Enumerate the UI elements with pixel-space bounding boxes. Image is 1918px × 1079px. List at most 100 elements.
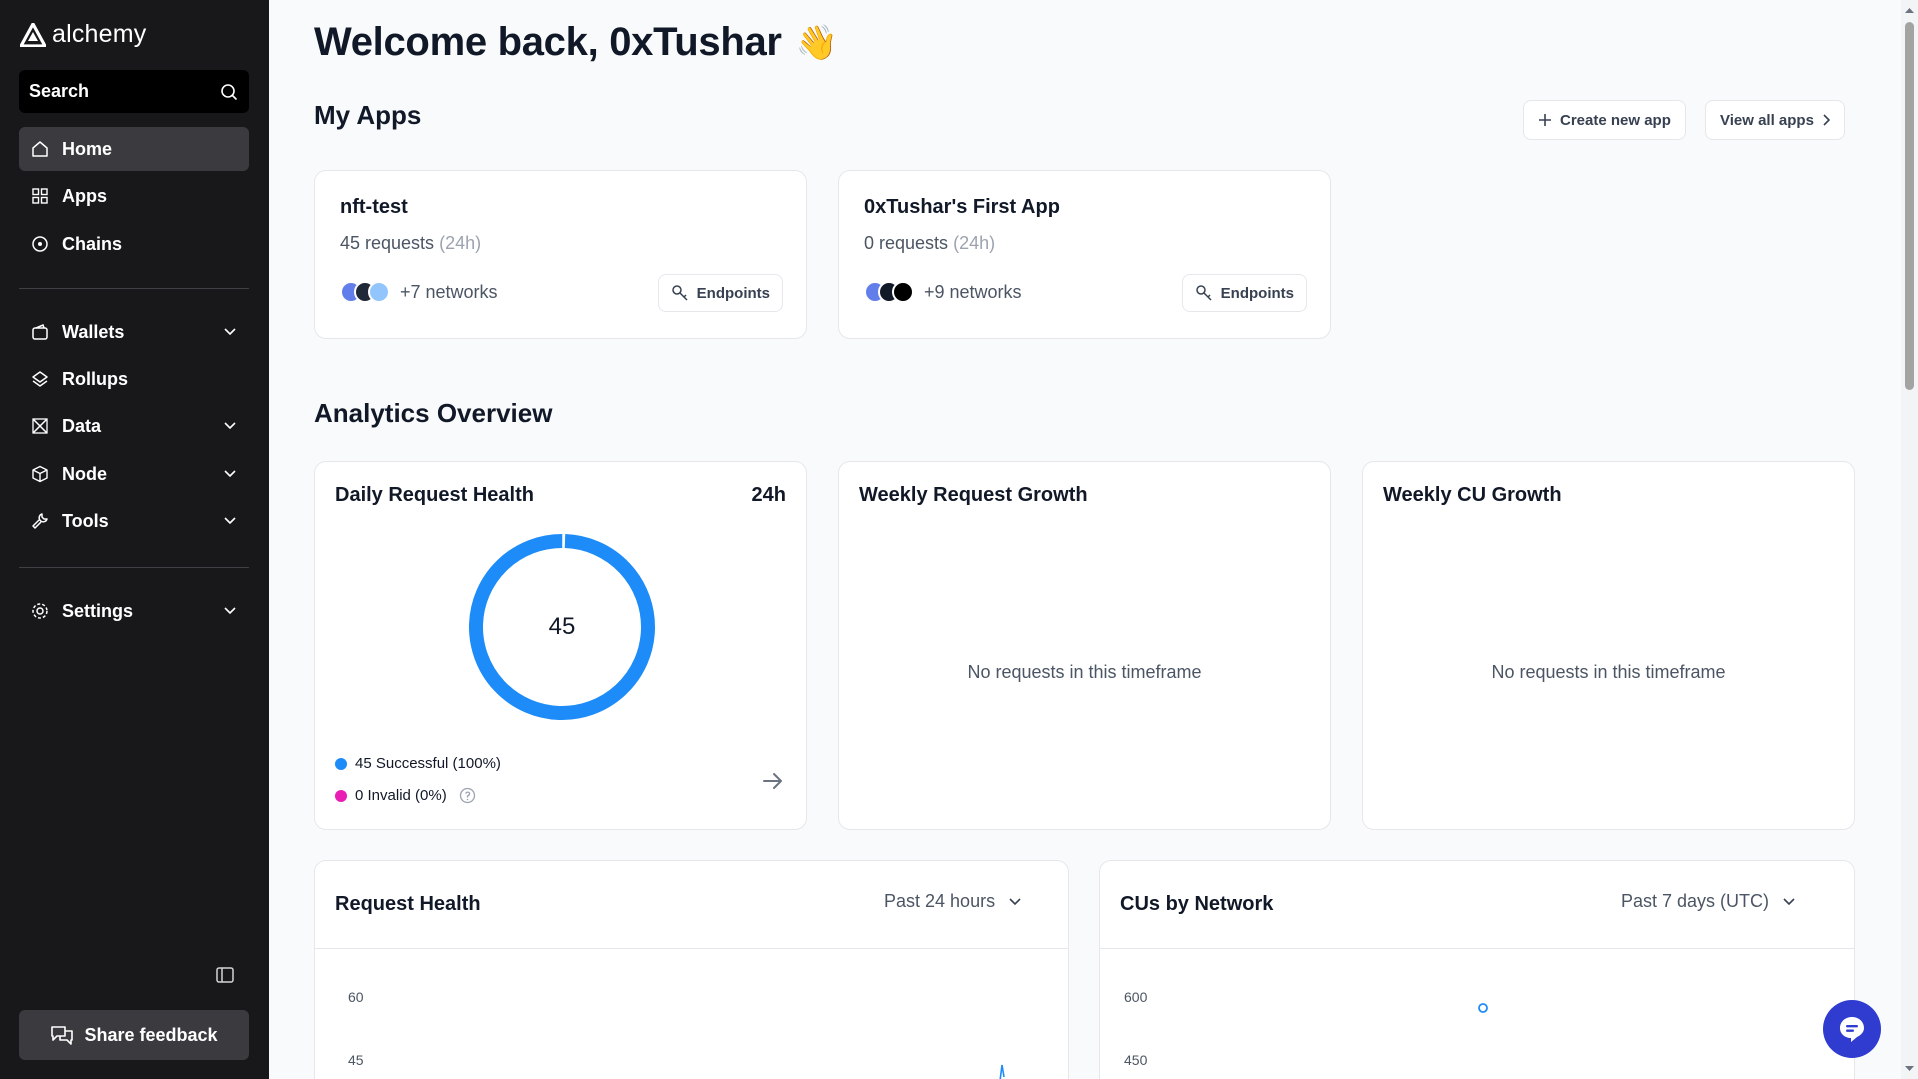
welcome-text: Welcome back, 0xTushar <box>314 20 782 64</box>
chat-icon <box>1840 1017 1864 1042</box>
view-all-apps-label: View all apps <box>1720 111 1814 129</box>
wave-emoji-icon: 👋 <box>795 23 838 62</box>
app-card-nft-test[interactable]: nft-test 45 requests (24h) +7 networks E… <box>314 170 807 339</box>
endpoints-button[interactable]: Endpoints <box>1181 274 1307 312</box>
app-name: 0xTushar's First App <box>864 196 1060 218</box>
card-title: Weekly CU Growth <box>1383 484 1562 506</box>
chevron-down-icon <box>222 324 238 340</box>
chevron-down-icon <box>222 466 238 482</box>
search-input[interactable]: Search <box>19 70 249 113</box>
arrow-right-icon <box>763 773 782 789</box>
networks-row: +7 networks <box>340 281 498 303</box>
selected-range: Past 7 days (UTC) <box>1621 891 1770 911</box>
collapse-sidebar-button[interactable] <box>215 965 237 987</box>
chains-icon <box>30 234 50 254</box>
key-icon <box>1195 285 1212 301</box>
page-scrollbar[interactable] <box>1901 0 1918 1079</box>
sidebar-item-chains[interactable]: Chains <box>19 222 249 266</box>
home-icon <box>30 139 50 159</box>
scrollbar-thumb[interactable] <box>1905 22 1914 390</box>
my-apps-title: My Apps <box>314 100 422 130</box>
search-label: Search <box>29 81 90 101</box>
network-chips <box>340 281 390 303</box>
y-axis-tick: 60 <box>348 989 364 1005</box>
create-new-app-button[interactable]: Create new app <box>1523 100 1686 140</box>
sidebar-item-label: Tools <box>62 510 109 531</box>
chevron-down-icon <box>222 418 238 434</box>
chevron-down-icon <box>222 513 238 529</box>
selected-range: Past 24 hours <box>884 891 996 911</box>
sidebar-item-label: Apps <box>62 185 107 206</box>
alchemy-logo[interactable]: alchemy <box>20 20 147 49</box>
range-label: 24h <box>751 484 786 506</box>
sidebar-item-data[interactable]: Data <box>19 404 249 448</box>
support-chat-button[interactable] <box>1823 1000 1881 1058</box>
sidebar-divider <box>19 288 249 289</box>
card-title: Weekly Request Growth <box>859 484 1088 506</box>
chevron-right-icon <box>1823 114 1830 126</box>
gear-icon <box>30 601 50 621</box>
grid-icon <box>30 186 50 206</box>
sidebar-item-label: Wallets <box>62 321 125 342</box>
endpoints-button[interactable]: Endpoints <box>657 274 783 312</box>
endpoints-label: Endpoints <box>1220 284 1294 302</box>
chevron-down-icon <box>222 603 238 619</box>
main-content: Welcome back, 0xTushar 👋 My Apps Create … <box>269 0 1901 1079</box>
help-icon[interactable] <box>459 787 476 804</box>
view-details-arrow[interactable] <box>762 770 784 792</box>
view-all-apps-button[interactable]: View all apps <box>1705 100 1845 140</box>
legend-invalid: 0 Invalid (0%) <box>335 787 476 804</box>
chevron-down-icon <box>1009 897 1021 905</box>
sidebar-item-tools[interactable]: Tools <box>19 499 249 543</box>
cus-by-network-panel: CUs by Network Past 7 days (UTC) 600 450 <box>1099 860 1855 1079</box>
sidebar: alchemy Search Home Apps Chains Wallets <box>0 0 269 1079</box>
legend-successful: 45 Successful (100%) <box>335 755 501 772</box>
sidebar-item-apps[interactable]: Apps <box>19 174 249 218</box>
request-health-panel: Request Health Past 24 hours 60 45 <box>314 860 1069 1079</box>
time-range-select[interactable]: Past 7 days (UTC) <box>1621 891 1795 912</box>
feedback-label: Share feedback <box>84 1024 218 1045</box>
sidebar-item-settings[interactable]: Settings <box>19 589 249 633</box>
alchemy-logo-icon <box>20 22 46 47</box>
app-requests: 0 requests (24h) <box>864 233 995 254</box>
weekly-request-growth-card: Weekly Request Growth No requests in thi… <box>838 461 1331 830</box>
request-health-donut: 45 <box>465 530 659 724</box>
card-title: Daily Request Health <box>335 484 534 506</box>
brand-name: alchemy <box>52 20 147 48</box>
key-icon <box>671 285 688 301</box>
analytics-overview-title: Analytics Overview <box>314 398 553 428</box>
search-icon <box>221 83 237 100</box>
sidebar-item-rollups[interactable]: Rollups <box>19 357 249 401</box>
app-card-first-app[interactable]: 0xTushar's First App 0 requests (24h) +9… <box>838 170 1331 339</box>
sidebar-item-wallets[interactable]: Wallets <box>19 310 249 354</box>
panel-title: Request Health <box>335 893 481 915</box>
requests-count: 0 requests <box>864 233 949 253</box>
scroll-down-arrow-icon[interactable] <box>1901 1063 1918 1075</box>
sidebar-item-label: Home <box>62 138 113 159</box>
chevron-down-icon <box>1783 897 1795 905</box>
app-requests: 45 requests (24h) <box>340 233 481 254</box>
sidebar-item-label: Settings <box>62 600 134 621</box>
chart-line-fragment <box>999 1064 1005 1079</box>
layers-icon <box>30 369 50 389</box>
app-name: nft-test <box>340 196 408 218</box>
sidebar-toggle-icon <box>216 967 234 983</box>
y-axis-tick: 450 <box>1124 1052 1148 1068</box>
panel-header: CUs by Network Past 7 days (UTC) <box>1100 861 1854 949</box>
sidebar-item-node[interactable]: Node <box>19 452 249 496</box>
y-axis-tick: 45 <box>348 1052 364 1068</box>
wrench-icon <box>30 511 50 531</box>
chart-data-point <box>1478 1003 1488 1013</box>
share-feedback-button[interactable]: Share feedback <box>19 1010 249 1060</box>
time-range-select[interactable]: Past 24 hours <box>884 891 1021 912</box>
wallet-icon <box>30 322 50 342</box>
successful-dot <box>335 757 347 770</box>
network-icon <box>368 281 390 303</box>
scroll-up-arrow-icon[interactable] <box>1901 4 1918 16</box>
empty-state-message: No requests in this timeframe <box>1491 662 1726 682</box>
y-axis-tick: 600 <box>1124 989 1148 1005</box>
empty-state-message: No requests in this timeframe <box>967 662 1202 682</box>
networks-row: +9 networks <box>864 281 1022 303</box>
page-title: Welcome back, 0xTushar 👋 <box>314 20 838 65</box>
sidebar-item-home[interactable]: Home <box>19 127 249 171</box>
